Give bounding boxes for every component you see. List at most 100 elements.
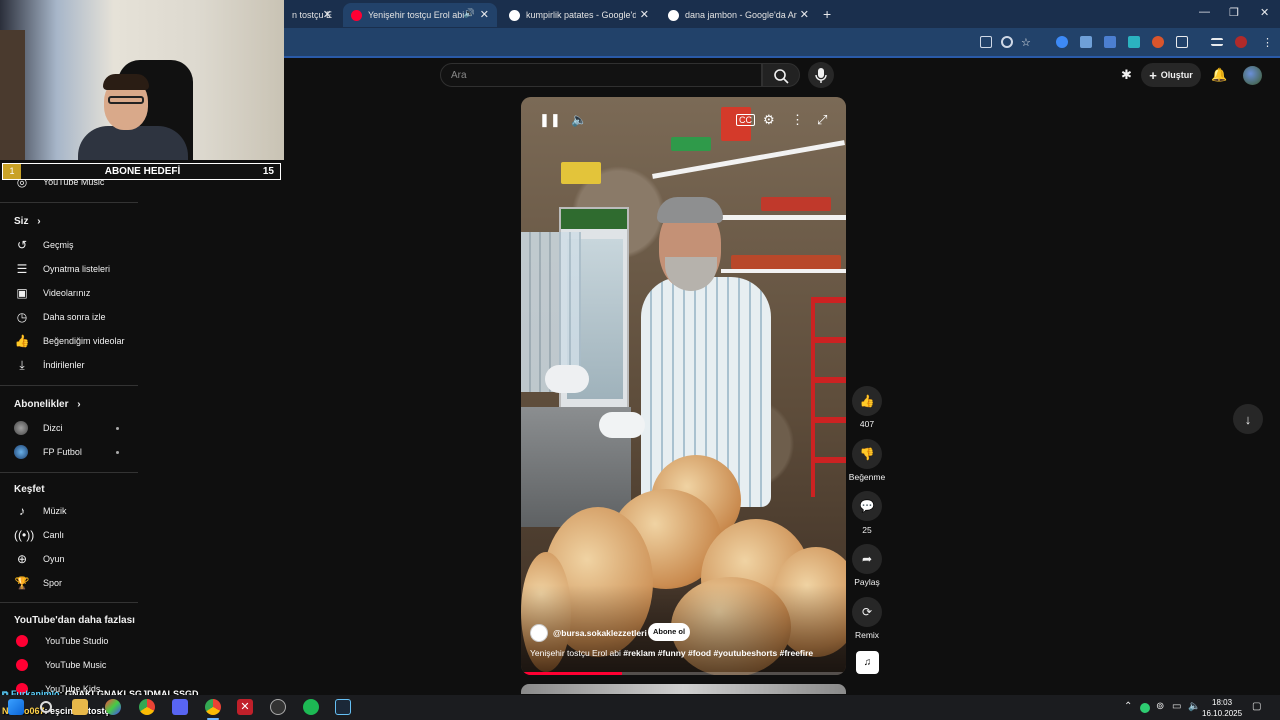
short-title[interactable]: Yenişehir tostçu Erol abi #reklam #funny… [530,648,840,658]
close-tab-icon[interactable]: ✕ [480,8,489,21]
sidebar-section-subscriptions[interactable]: Abonelikler › [14,399,81,410]
volume-tray-icon[interactable]: 🔈 [1188,701,1200,712]
google-favicon-icon [509,9,520,21]
settings-gear-icon[interactable]: ⚙ [763,112,775,128]
sidebar-item-liked-videos[interactable]: 👍 Beğendiğim videolar [14,331,125,351]
sidebar-item-label: YouTube Music [45,660,107,670]
profile-avatar[interactable] [1235,36,1247,48]
fullscreen-icon[interactable]: ⤢ [817,112,827,128]
share-button[interactable]: ➦ [852,544,882,574]
reading-list-icon[interactable] [1211,38,1223,46]
sidebar-item-channel-dizci[interactable]: Dizci [14,418,63,438]
extension-3-icon[interactable] [1104,36,1116,48]
network-icon[interactable]: ▭ [1172,701,1181,712]
chrome-icon[interactable] [139,699,155,715]
sidebar-item-history[interactable]: ↺ Geçmiş [14,235,74,255]
minimize-icon[interactable]: — [1199,6,1210,18]
channel-avatar[interactable] [530,624,548,642]
sidebar-item-channel-fp-futbol[interactable]: FP Futbol [14,442,82,462]
your-videos-icon: ▣ [16,286,28,300]
comments-count: 25 [862,525,872,535]
create-button[interactable]: + Oluştur [1141,63,1201,87]
sidebar-item-music[interactable]: ♪ Müzik [14,501,67,521]
voice-search-button[interactable] [808,62,834,88]
browser-tab-0[interactable]: n tostçu E ✕ [284,3,340,27]
app-icon[interactable] [105,699,121,715]
tray-steam-icon[interactable]: ⊚ [1156,701,1164,712]
notifications-bell-icon[interactable]: 🔔 [1211,67,1227,83]
account-avatar[interactable] [1243,66,1262,85]
sidebar-item-downloads[interactable]: ⤓ İndirilenler [14,355,84,375]
browser-tab-3[interactable]: dana jambon - Google'da Ara ✕ [660,3,817,27]
next-short-preview[interactable] [521,684,846,694]
shorts-player[interactable]: ❚❚ 🔈 CC ⚙ ⋮ ⤢ @bursa.sokaklezzetleri Abo… [521,97,846,675]
sidebar-item-sports[interactable]: 🏆 Spor [14,573,63,593]
streamer-glasses [108,96,144,104]
system-clock[interactable]: 18:03 16.10.2025 [1202,697,1242,719]
search-button[interactable] [762,63,800,87]
sidebar-item-playlists[interactable]: ☰ Oynatma listeleri [14,259,110,279]
windows-start-icon[interactable] [8,699,24,715]
like-button[interactable]: 👍 [852,386,882,416]
sidebar-item-your-videos[interactable]: ▣ Videolarınız [14,283,90,303]
tray-chevron-icon[interactable]: ⌃ [1124,701,1132,712]
channel-handle[interactable]: @bursa.sokaklezzetleri [553,628,647,638]
comments-button[interactable]: 💬 [852,491,882,521]
comment-icon: 💬 [859,499,875,513]
close-tab-icon[interactable]: ✕ [323,8,332,21]
cast-icon[interactable] [980,36,992,48]
sidebar-item-live[interactable]: ((•)) Canlı [14,525,64,545]
speaker-icon[interactable]: 🔊 [464,8,475,19]
notification-center-icon[interactable]: ▢ [1252,701,1261,712]
chrome-active-icon[interactable] [205,699,221,715]
extension-2-icon[interactable] [1080,36,1092,48]
subscribe-button[interactable]: Abone ol [648,623,690,641]
captions-icon[interactable]: CC [736,114,755,126]
video-goods [731,255,841,269]
close-window-icon[interactable]: ✕ [1260,6,1269,19]
extension-4-icon[interactable] [1128,36,1140,48]
arrow-down-icon: ↓ [1244,411,1252,427]
divider [0,385,138,386]
sidebar-section-you[interactable]: Siz › [14,216,41,227]
sidebar-item-gaming[interactable]: ⊕ Oyun [14,549,65,569]
remix-button[interactable]: ⟳ [852,597,882,627]
browser-tab-1[interactable]: Yenişehir tostçu Erol abi #re 🔊 ✕ [343,3,497,27]
avatar [14,445,28,459]
file-explorer-icon[interactable] [72,699,88,715]
spotify-icon[interactable] [303,699,319,715]
taskbar-search-icon[interactable] [40,701,52,713]
sound-thumbnail[interactable]: ♫ [856,651,879,674]
next-short-button[interactable]: ↓ [1233,404,1263,434]
extension-5-icon[interactable] [1152,36,1164,48]
extension-1-icon[interactable] [1056,36,1068,48]
playback-progress-bar[interactable] [521,672,846,675]
close-tab-icon[interactable]: ✕ [800,8,809,21]
volume-icon[interactable]: 🔈 [571,112,587,128]
close-app-icon[interactable]: ✕ [237,699,253,715]
browser-menu-icon[interactable]: ⋮ [1262,36,1274,49]
search-input[interactable]: Ara [440,63,762,87]
obs-icon[interactable] [270,699,286,715]
extensions-puzzle-icon[interactable] [1176,36,1188,48]
more-options-icon[interactable]: ⋮ [791,112,804,128]
sidebar-item-youtube-music[interactable]: YouTube Music [14,655,106,675]
discord-icon[interactable] [172,699,188,715]
dislike-button[interactable]: 👎 [852,439,882,469]
steam-icon[interactable] [335,699,351,715]
zoom-icon[interactable] [1001,36,1013,48]
pause-icon[interactable]: ❚❚ [539,112,561,128]
short-hashtags[interactable]: #reklam #funny #food #youtubeshorts #fre… [623,648,813,658]
sidebar-item-youtube-studio[interactable]: YouTube Studio [14,631,108,651]
new-tab-icon[interactable]: + [823,6,831,22]
tray-app-icon[interactable] [1140,703,1150,713]
sparkle-gear-icon[interactable]: ✱ [1121,67,1132,83]
dislike-label: Beğenme [848,472,886,482]
bookmark-star-icon[interactable]: ☆ [1021,36,1033,49]
restore-icon[interactable]: ❐ [1229,6,1239,19]
browser-tab-2[interactable]: kumpirlik patates - Google'da A ✕ [501,3,657,27]
sidebar-item-label: Spor [43,578,63,588]
close-tab-icon[interactable]: ✕ [640,8,649,21]
liked-icon: 👍 [14,334,30,348]
sidebar-item-watch-later[interactable]: ◷ Daha sonra izle [14,307,106,327]
